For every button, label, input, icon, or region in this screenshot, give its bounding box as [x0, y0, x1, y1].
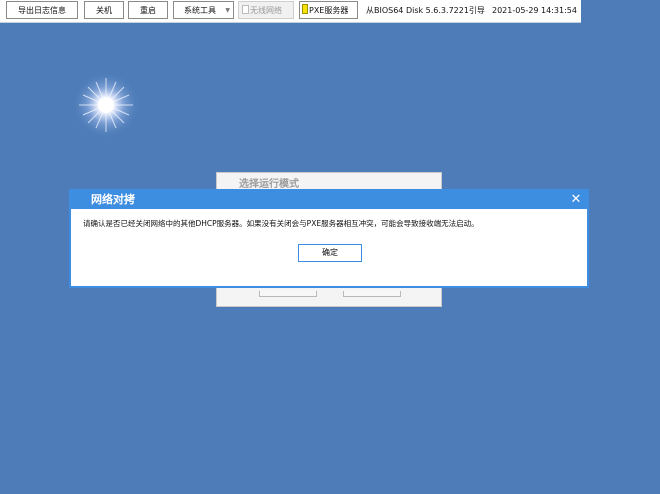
checkbox-icon — [242, 5, 249, 14]
restart-button[interactable]: 重启 — [128, 1, 168, 19]
boot-source-text: 从BIOS64 Disk 5.6.3.7221引导 — [366, 6, 485, 15]
run-mode-title: 选择运行模式 — [239, 179, 299, 190]
close-icon[interactable]: ✕ — [569, 191, 583, 209]
dialog-titlebar: 网络对拷 ✕ — [71, 191, 587, 209]
datetime-text: 2021-05-29 14:31:54 — [492, 6, 577, 15]
top-toolbar: 导出日志信息 关机 重启 系统工具 ▼ 无线网络 PXE服务器 从BIOS64 … — [0, 0, 581, 23]
shutdown-button[interactable]: 关机 — [84, 1, 124, 19]
status-led-icon — [302, 4, 308, 14]
desktop: 导出日志信息 关机 重启 系统工具 ▼ 无线网络 PXE服务器 从BIOS64 … — [0, 0, 660, 494]
ok-button[interactable]: 确定 — [298, 244, 362, 262]
system-tools-label: 系统工具 — [184, 6, 216, 15]
pxe-server-label: PXE服务器 — [309, 6, 349, 15]
dialog-message: 请确认是否已经关闭网络中的其他DHCP服务器。如果没有关闭会与PXE服务器相互冲… — [83, 219, 479, 228]
run-mode-option-button[interactable] — [343, 291, 401, 297]
export-log-button[interactable]: 导出日志信息 — [6, 1, 78, 19]
dialog-title: 网络对拷 — [91, 193, 135, 206]
run-mode-option-button[interactable] — [259, 291, 317, 297]
wireless-network-toggle[interactable]: 无线网络 — [238, 1, 294, 19]
network-clone-dialog: 网络对拷 ✕ 请确认是否已经关闭网络中的其他DHCP服务器。如果没有关闭会与PX… — [69, 189, 589, 288]
sun-icon — [72, 71, 140, 139]
pxe-server-button[interactable]: PXE服务器 — [299, 1, 358, 19]
system-tools-dropdown[interactable]: 系统工具 ▼ — [173, 1, 234, 19]
wireless-network-label: 无线网络 — [250, 6, 282, 15]
chevron-down-icon: ▼ — [225, 7, 230, 14]
